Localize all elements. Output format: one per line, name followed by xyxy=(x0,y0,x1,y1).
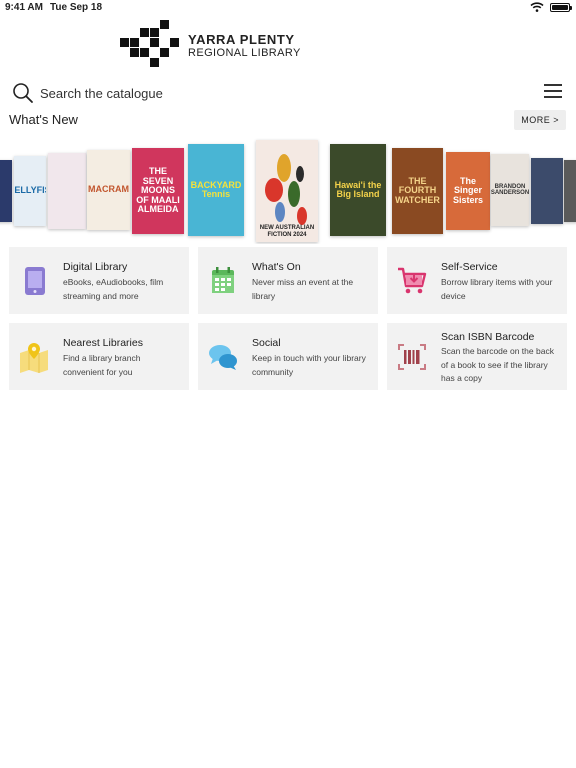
wifi-icon xyxy=(530,2,544,12)
search-bar xyxy=(0,78,576,108)
tile-title: Digital Library xyxy=(63,261,128,273)
tile-digital-library[interactable]: Digital Library eBooks, eAudiobooks, fil… xyxy=(9,247,189,314)
status-bar: 9:41 AM Tue Sep 18 xyxy=(0,0,576,16)
book-cover[interactable] xyxy=(48,153,86,229)
book-cover[interactable]: MACRAM xyxy=(87,150,130,230)
tile-description: eBooks, eAudiobooks, film streaming and … xyxy=(63,277,164,301)
tile-scan-isbn[interactable]: Scan ISBN Barcode Scan the barcode on th… xyxy=(387,323,567,390)
library-logo: YARRA PLENTY REGIONAL LIBRARY xyxy=(120,20,310,68)
more-button[interactable]: MORE > xyxy=(514,110,566,130)
tile-nearest-libraries[interactable]: Nearest Libraries Find a library branch … xyxy=(9,323,189,390)
book-cover[interactable] xyxy=(0,160,12,222)
tile-whats-on[interactable]: What's On Never miss an event at the lib… xyxy=(198,247,378,314)
tile-title: What's On xyxy=(252,261,301,273)
tile-description: Scan the barcode on the back of a book t… xyxy=(441,346,554,383)
hamburger-menu-icon[interactable] xyxy=(544,84,562,100)
book-cover[interactable]: BACKYARD Tennis xyxy=(188,144,244,236)
tile-title: Nearest Libraries xyxy=(63,337,143,349)
book-cover[interactable]: THE FOURTH WATCHER xyxy=(392,148,443,234)
status-date: Tue Sep 18 xyxy=(50,2,103,13)
search-icon[interactable] xyxy=(12,82,34,104)
tile-title: Scan ISBN Barcode xyxy=(441,331,535,343)
book-cover[interactable]: The Singer Sisters xyxy=(446,152,490,230)
logo-title: YARRA PLENTY xyxy=(188,32,295,47)
tile-description: Never miss an event at the library xyxy=(252,277,354,301)
tile-self-service[interactable]: Self-Service Borrow library items with y… xyxy=(387,247,567,314)
book-cover[interactable]: Hawai'i the Big Island xyxy=(330,144,386,236)
tablet-icon xyxy=(25,267,45,295)
logo-mark-icon xyxy=(120,20,180,68)
book-cover[interactable]: NEW AUSTRALIAN FICTION 2024 xyxy=(256,140,318,242)
tile-social[interactable]: Social Keep in touch with your library c… xyxy=(198,323,378,390)
book-cover[interactable]: JELLYFIS xyxy=(14,156,46,226)
calendar-icon xyxy=(212,267,234,293)
book-cover[interactable] xyxy=(531,158,563,224)
logo-subtitle: REGIONAL LIBRARY xyxy=(188,47,301,59)
chat-icon xyxy=(209,345,237,370)
book-cover[interactable]: THE SEVEN MOONS OF MAALI ALMEIDA xyxy=(132,148,184,234)
map-icon xyxy=(20,343,48,373)
barcode-icon xyxy=(398,344,426,370)
new-books-carousel[interactable]: JELLYFIS MACRAM THE SEVEN MOONS OF MAALI… xyxy=(0,138,576,244)
feature-tiles: Digital Library eBooks, eAudiobooks, fil… xyxy=(9,247,567,390)
tile-title: Self-Service xyxy=(441,261,498,273)
battery-icon xyxy=(550,2,572,12)
whats-new-heading: What's New xyxy=(9,112,78,127)
cart-icon xyxy=(398,267,427,294)
tile-description: Borrow library items with your device xyxy=(441,277,553,301)
tile-title: Social xyxy=(252,337,281,349)
battery-level xyxy=(552,4,568,10)
book-cover[interactable] xyxy=(564,160,576,222)
tile-description: Find a library branch convenient for you xyxy=(63,353,141,377)
search-input[interactable] xyxy=(40,82,510,104)
book-cover[interactable]: BRANDON SANDERSON xyxy=(491,154,529,226)
abstract-cover-art xyxy=(265,154,307,225)
status-time: 9:41 AM xyxy=(5,2,43,13)
tile-description: Keep in touch with your library communit… xyxy=(252,353,366,377)
status-indicators xyxy=(530,2,572,12)
